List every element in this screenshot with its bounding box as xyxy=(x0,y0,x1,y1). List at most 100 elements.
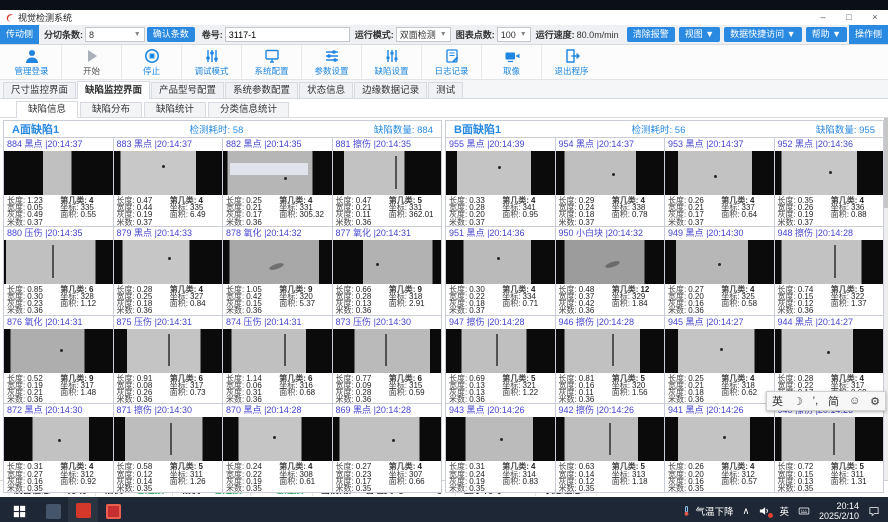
defect-thumbnail[interactable] xyxy=(4,240,113,284)
defect-thumbnail[interactable] xyxy=(446,151,555,195)
tab-2[interactable]: 缺陷监控界面 xyxy=(77,81,150,99)
minimize-button[interactable]: – xyxy=(810,10,836,25)
defect-thumbnail[interactable] xyxy=(775,329,884,373)
defect-thumbnail[interactable] xyxy=(223,240,332,284)
tab-1[interactable]: 尺寸监控界面 xyxy=(3,82,76,98)
defect-cell[interactable]: 878 氧化 |20:14:32长度:1.05宽度:0.42灰度:0.15米数:… xyxy=(223,227,333,316)
tray-chevron-icon[interactable]: ∧ xyxy=(742,506,749,517)
action-center-icon[interactable] xyxy=(868,505,880,517)
keyboard-icon[interactable] xyxy=(798,505,810,517)
defect-thumbnail[interactable] xyxy=(333,417,442,461)
tab-3[interactable]: 产品型号配置 xyxy=(151,82,224,98)
defect-thumbnail[interactable] xyxy=(446,240,555,284)
ribbon-admin-login-button[interactable]: 管理登录 xyxy=(2,45,61,79)
taskbar-clock[interactable]: 20:14 2025/2/10 xyxy=(819,501,859,521)
defect-cell[interactable]: 954 黑点 |20:14:37长度:0.29宽度:0.24灰度:0.18米数:… xyxy=(556,138,666,227)
tab-5[interactable]: 状态信息 xyxy=(299,82,353,98)
defect-cell[interactable]: 871 擦伤 |20:14:30长度:0.58宽度:0.12灰度:0.14米数:… xyxy=(114,404,224,493)
start-button[interactable] xyxy=(0,497,38,522)
defect-cell[interactable]: 882 黑点 |20:14:35长度:0.25宽度:0.21灰度:0.17米数:… xyxy=(223,138,333,227)
defect-cell[interactable]: 943 黑点 |20:14:26长度:0.31宽度:0.24灰度:0.19米数:… xyxy=(446,404,556,493)
defect-thumbnail[interactable] xyxy=(4,329,113,373)
defect-thumbnail[interactable] xyxy=(446,417,555,461)
defect-thumbnail[interactable] xyxy=(556,329,665,373)
subtab-2[interactable]: 缺陷分布 xyxy=(80,102,142,117)
ribbon-system-config-button[interactable]: 系统配置 xyxy=(241,45,301,79)
drive-side-button[interactable]: 传动侧 xyxy=(0,25,39,44)
scrollbar-thumb[interactable] xyxy=(884,118,888,208)
defect-cell[interactable]: 940 擦伤 |20:14:26长度:0.72宽度:0.15灰度:0.13米数:… xyxy=(775,404,885,493)
defect-thumbnail[interactable] xyxy=(556,240,665,284)
ribbon-start-button[interactable]: 开始 xyxy=(61,45,121,79)
defect-cell[interactable]: 877 氧化 |20:14:31长度:0.66宽度:0.28灰度:0.13米数:… xyxy=(333,227,443,316)
subtab-1[interactable]: 缺陷信息 xyxy=(16,101,78,118)
defect-thumbnail[interactable] xyxy=(775,151,884,195)
defect-cell[interactable]: 942 擦伤 |20:14:26长度:0.63宽度:0.14灰度:0.12米数:… xyxy=(556,404,666,493)
tab-7[interactable]: 测试 xyxy=(428,82,463,98)
defect-cell[interactable]: 953 黑点 |20:14:37长度:0.26宽度:0.21灰度:0.17米数:… xyxy=(665,138,775,227)
volume-icon[interactable] xyxy=(758,505,770,517)
defect-cell[interactable]: 941 黑点 |20:14:26长度:0.26宽度:0.20灰度:0.16米数:… xyxy=(665,404,775,493)
maximize-button[interactable]: □ xyxy=(836,10,862,25)
chart-points-select[interactable]: 100▼ xyxy=(497,27,531,42)
ime-punctuation-icon[interactable]: ’, xyxy=(813,395,819,407)
defect-thumbnail[interactable] xyxy=(775,417,884,461)
defect-thumbnail[interactable] xyxy=(4,151,113,195)
defect-cell[interactable]: 870 黑点 |20:14:28长度:0.24宽度:0.22灰度:0.19米数:… xyxy=(223,404,333,493)
taskbar-app-icon[interactable] xyxy=(68,497,98,522)
ribbon-log-records-button[interactable]: 日志记录 xyxy=(421,45,481,79)
defect-cell[interactable]: 955 黑点 |20:14:39长度:0.33宽度:0.28灰度:0.20米数:… xyxy=(446,138,556,227)
subtab-3[interactable]: 缺陷统计 xyxy=(144,102,206,117)
defect-thumbnail[interactable] xyxy=(556,151,665,195)
ribbon-param-settings-button[interactable]: 参数设置 xyxy=(301,45,361,79)
defect-cell[interactable]: 873 压伤 |20:14:30长度:0.77宽度:0.09灰度:0.28米数:… xyxy=(333,316,443,405)
defect-thumbnail[interactable] xyxy=(665,417,774,461)
ime-lang-english[interactable]: 英 xyxy=(772,393,783,409)
defect-thumbnail[interactable] xyxy=(665,329,774,373)
defect-cell[interactable]: 869 黑点 |20:14:28长度:0.27宽度:0.23灰度:0.17米数:… xyxy=(333,404,443,493)
defect-thumbnail[interactable] xyxy=(665,151,774,195)
defect-thumbnail[interactable] xyxy=(223,329,332,373)
defect-cell[interactable]: 874 压伤 |20:14:31长度:1.14宽度:0.06灰度:0.31米数:… xyxy=(223,316,333,405)
defect-cell[interactable]: 947 擦伤 |20:14:28长度:0.69宽度:0.13灰度:0.13米数:… xyxy=(446,316,556,405)
defect-cell[interactable]: 879 黑点 |20:14:33长度:0.28宽度:0.25灰度:0.18米数:… xyxy=(114,227,224,316)
defect-cell[interactable]: 884 黑点 |20:14:37长度:1.23宽度:0.05灰度:0.49米数:… xyxy=(4,138,114,227)
defect-thumbnail[interactable] xyxy=(333,240,442,284)
defect-thumbnail[interactable] xyxy=(333,329,442,373)
ime-emoji-icon[interactable]: ☺ xyxy=(849,395,860,407)
ime-moon-icon[interactable]: ☽ xyxy=(793,395,803,408)
defect-thumbnail[interactable] xyxy=(4,417,113,461)
operator-side-button[interactable]: 操作侧 xyxy=(849,25,888,44)
taskbar-app-icon[interactable] xyxy=(98,497,128,522)
tab-6[interactable]: 边缘数据记录 xyxy=(354,82,427,98)
ribbon-stop-button[interactable]: 停止 xyxy=(121,45,181,79)
help-menu-button[interactable]: 帮助 ▼ xyxy=(806,27,847,42)
defect-thumbnail[interactable] xyxy=(665,240,774,284)
close-button[interactable]: × xyxy=(862,10,888,25)
run-mode-select[interactable]: 双面检测▼ xyxy=(396,27,451,42)
ribbon-capture-button[interactable]: 取像 xyxy=(481,45,541,79)
defect-cell[interactable]: 946 擦伤 |20:14:28长度:0.81宽度:0.16灰度:0.11米数:… xyxy=(556,316,666,405)
defect-cell[interactable]: 948 擦伤 |20:14:28长度:0.74宽度:0.15灰度:0.12米数:… xyxy=(775,227,885,316)
defect-thumbnail[interactable] xyxy=(223,417,332,461)
ribbon-exit-button[interactable]: 退出程序 xyxy=(541,45,601,79)
defect-cell[interactable]: 881 擦伤 |20:14:35长度:0.47宽度:0.21灰度:0.11米数:… xyxy=(333,138,443,227)
defect-thumbnail[interactable] xyxy=(114,151,223,195)
roll-number-input[interactable] xyxy=(225,27,350,42)
ribbon-debug-mode-button[interactable]: 调试模式 xyxy=(181,45,241,79)
defect-thumbnail[interactable] xyxy=(114,417,223,461)
slit-count-select[interactable]: 8▼ xyxy=(85,27,145,42)
defect-thumbnail[interactable] xyxy=(446,329,555,373)
defect-cell[interactable]: 951 黑点 |20:14:36长度:0.30宽度:0.22灰度:0.18米数:… xyxy=(446,227,556,316)
defect-thumbnail[interactable] xyxy=(114,240,223,284)
ime-simplified-chinese[interactable]: 简 xyxy=(828,393,839,409)
defect-cell[interactable]: 950 小白块 |20:14:32长度:0.48宽度:0.37灰度:0.42米数… xyxy=(556,227,666,316)
ime-language-indicator[interactable]: 英 xyxy=(779,504,789,518)
defect-cell[interactable]: 883 黑点 |20:14:37长度:0.47宽度:0.44灰度:0.19米数:… xyxy=(114,138,224,227)
defect-cell[interactable]: 880 压伤 |20:14:35长度:0.85宽度:0.30灰度:0.23米数:… xyxy=(4,227,114,316)
clear-alarm-button[interactable]: 清除报警 xyxy=(627,27,675,42)
defect-thumbnail[interactable] xyxy=(556,417,665,461)
defect-cell[interactable]: 872 黑点 |20:14:30长度:0.31宽度:0.27灰度:0.16米数:… xyxy=(4,404,114,493)
weather-tray-item[interactable]: 气温下降 xyxy=(681,504,733,518)
data-quick-access-button[interactable]: 数据快捷访问 ▼ xyxy=(724,27,801,42)
